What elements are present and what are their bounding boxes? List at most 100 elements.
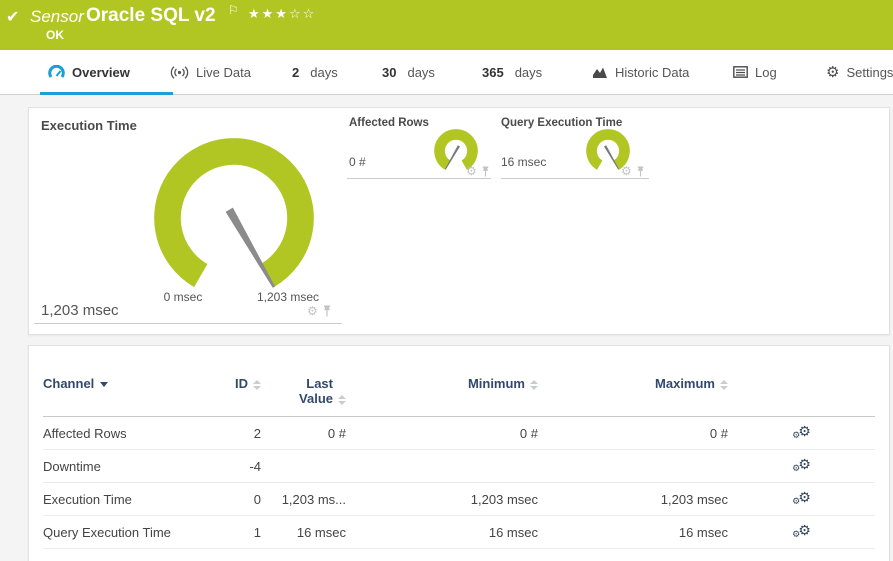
affected-rows-value: 0 # [349, 155, 366, 169]
cell-maximum: 0 # [709, 425, 728, 441]
cell-channel: Affected Rows [43, 425, 127, 441]
sort-icon [530, 379, 538, 390]
pin-icon[interactable] [322, 305, 332, 317]
sensor-status-badge: OK [46, 28, 64, 42]
big-gear-icon: ⚙ [798, 488, 811, 505]
tab-historic-data[interactable]: Historic Data [592, 50, 689, 94]
mini-gauge-affected-rows-title: Affected Rows [349, 117, 429, 129]
cell-id: -4 [249, 458, 261, 474]
header-last-value-label: Last Value [299, 376, 333, 406]
header-channel-label: Channel [43, 376, 95, 391]
primary-gauge-scale-max: 1,203 msec [256, 290, 320, 304]
tab-365-days-unit: days [514, 64, 543, 80]
primary-gauge-divider [34, 323, 342, 324]
cell-id: 1 [253, 524, 261, 540]
cell-id: 0 [253, 491, 261, 507]
channel-settings-gears-icon[interactable]: ⚙ ⚙ [792, 455, 811, 473]
tab-settings[interactable]: ⚙ Settings [826, 50, 893, 94]
primary-gauge-scale-min: 0 msec [163, 290, 203, 304]
sort-icon [338, 394, 346, 405]
sensor-kind-label: Sensor [30, 7, 84, 26]
header-last-value[interactable]: Last Value [261, 376, 346, 406]
table-header-row: Channel ID Last Value Minimum Maximum [43, 376, 875, 417]
table-row-downtime: Downtime -4 ⚙ ⚙ [43, 450, 875, 483]
tab-live-data-label: Live Data [196, 64, 251, 80]
big-gear-icon: ⚙ [798, 455, 811, 472]
cell-id: 2 [253, 425, 261, 441]
cell-last-value: 16 msec [296, 524, 346, 540]
tab-30-days-number: 30 [382, 64, 397, 80]
header-channel[interactable]: Channel [43, 376, 203, 391]
channel-table-panel: Channel ID Last Value Minimum Maximum Af… [28, 345, 890, 561]
tab-365-days[interactable]: 365 days [482, 50, 542, 94]
gauge-needle [225, 207, 276, 288]
primary-gauge-value: 1,203 msec [41, 302, 119, 319]
cell-maximum: 1,203 msec [660, 491, 728, 507]
sort-icon [253, 379, 261, 390]
tab-settings-label: Settings [846, 64, 893, 80]
tab-log[interactable]: Log [733, 50, 777, 94]
cell-last-value: 0 # [327, 425, 346, 441]
channel-settings-gear-icon[interactable]: ⚙ [307, 305, 318, 317]
channel-settings-gears-icon[interactable]: ⚙ ⚙ [792, 422, 811, 440]
area-chart-icon [592, 66, 608, 79]
sensor-header: ✔ Sensor Oracle SQL v2 ⚐ ★★★☆☆ OK [0, 0, 893, 50]
pin-icon[interactable] [481, 166, 490, 177]
stars-filled[interactable]: ★★★ [248, 6, 289, 21]
gear-icon: ⚙ [826, 63, 840, 81]
broadcast-icon [170, 65, 189, 79]
tab-2-days-number: 2 [292, 64, 300, 80]
table-row-execution-time: Execution Time 0 1,203 ms... 1,203 msec … [43, 483, 875, 516]
pin-icon[interactable] [636, 166, 645, 177]
query-exec-actions: ⚙ [621, 165, 645, 177]
flag-icon[interactable]: ⚐ [228, 3, 239, 17]
big-gear-icon: ⚙ [798, 422, 811, 439]
stars-empty[interactable]: ☆☆ [289, 6, 316, 21]
gauge-icon [48, 65, 65, 79]
channel-settings-gear-icon[interactable]: ⚙ [466, 165, 477, 177]
execution-time-gauge [154, 138, 314, 288]
primary-gauge-title: Execution Time [41, 118, 137, 133]
query-exec-divider [501, 178, 649, 179]
tab-bar: Overview Live Data 2 days 30 days 365 da… [0, 50, 893, 95]
channel-settings-gear-icon[interactable]: ⚙ [621, 165, 632, 177]
tab-30-days[interactable]: 30 days [382, 50, 435, 94]
cell-minimum: 1,203 msec [470, 491, 538, 507]
status-ok-check-icon: ✔ [6, 9, 20, 26]
channel-table: Channel ID Last Value Minimum Maximum Af… [43, 376, 875, 549]
tab-2-days-unit: days [310, 64, 338, 80]
header-maximum-label: Maximum [655, 376, 715, 391]
tab-2-days[interactable]: 2 days [292, 50, 338, 94]
cell-maximum: 16 msec [678, 524, 728, 540]
sort-icon [720, 379, 728, 390]
query-exec-value: 16 msec [501, 155, 547, 169]
primary-gauge-actions: ⚙ [307, 305, 332, 317]
tab-historic-data-label: Historic Data [615, 64, 690, 80]
cell-minimum: 0 # [519, 425, 538, 441]
header-id-label: ID [235, 376, 248, 391]
affected-rows-divider [347, 178, 491, 179]
big-gear-icon: ⚙ [798, 521, 811, 538]
gauges-panel: Execution Time 0 msec 1,203 msec 1,203 m… [28, 107, 890, 335]
log-list-icon [733, 66, 748, 78]
header-maximum[interactable]: Maximum [538, 376, 728, 391]
tab-log-label: Log [755, 64, 777, 80]
sensor-title: Oracle SQL v2 [86, 5, 216, 26]
cell-minimum: 16 msec [488, 524, 538, 540]
tab-overview-label: Overview [72, 64, 130, 80]
header-minimum-label: Minimum [467, 376, 525, 391]
table-row-query-execution-time: Query Execution Time 1 16 msec 16 msec 1… [43, 516, 875, 549]
tab-30-days-unit: days [407, 64, 435, 80]
cell-channel: Execution Time [43, 491, 132, 507]
channel-settings-gears-icon[interactable]: ⚙ ⚙ [792, 488, 811, 506]
cell-last-value: 1,203 ms... [281, 491, 346, 507]
channel-settings-gears-icon[interactable]: ⚙ ⚙ [792, 521, 811, 539]
sort-caret-down-icon [100, 382, 109, 388]
tab-overview[interactable]: Overview [40, 50, 173, 95]
tab-live-data[interactable]: Live Data [170, 50, 251, 94]
header-minimum[interactable]: Minimum [346, 376, 538, 391]
cell-channel: Query Execution Time [43, 524, 171, 540]
priority-stars[interactable]: ★★★☆☆ [248, 6, 316, 22]
table-row-affected-rows: Affected Rows 2 0 # 0 # 0 # ⚙ ⚙ [43, 417, 875, 450]
header-id[interactable]: ID [203, 376, 261, 391]
